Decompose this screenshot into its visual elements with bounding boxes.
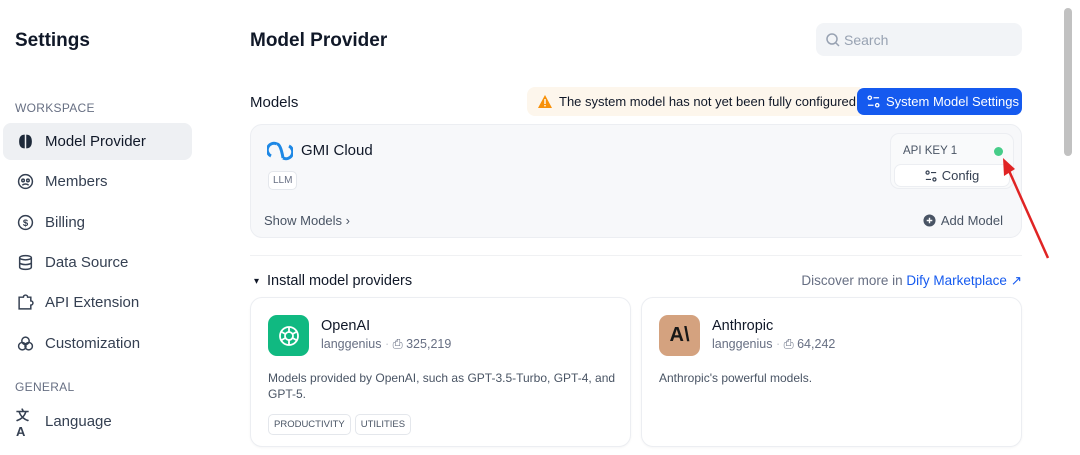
tag: PRODUCTIVITY	[268, 414, 351, 435]
warning-text: The system model has not yet been fully …	[559, 94, 856, 109]
models-heading: Models	[250, 94, 299, 111]
api-key-panel: API KEY 1 Config	[890, 133, 1014, 189]
chevron-down-icon: ▾	[254, 275, 260, 287]
section-workspace: WORKSPACE	[15, 101, 95, 115]
settings-title: Settings	[15, 30, 90, 51]
provider-description: Anthropic's powerful models.	[659, 371, 813, 385]
install-count: 64,242	[797, 337, 836, 351]
sidebar-item-billing[interactable]: $ Billing	[3, 204, 192, 241]
provider-meta: langgenius · ⎙ 64,242	[712, 337, 836, 351]
config-label: Config	[941, 168, 980, 183]
model-type-tag: LLM	[268, 171, 298, 190]
api-key-label: API KEY 1	[903, 145, 958, 157]
provider-description: Models provided by OpenAI, such as GPT-3…	[268, 371, 616, 401]
members-icon	[16, 173, 34, 191]
sidebar-item-label: Language	[45, 413, 112, 430]
author: langgenius	[321, 337, 382, 351]
sidebar-item-members[interactable]: Members	[3, 163, 192, 200]
brain-icon	[16, 133, 34, 151]
search-placeholder: Search	[844, 31, 889, 48]
anthropic-logo: A\	[659, 315, 700, 356]
sidebar-item-label: Data Source	[45, 254, 129, 271]
dify-marketplace-link[interactable]: Dify Marketplace ↗	[906, 273, 1022, 288]
install-providers-toggle[interactable]: ▾ Install model providers	[254, 273, 412, 289]
search-input[interactable]: Search	[816, 23, 1022, 56]
provider-name: OpenAI	[321, 318, 371, 334]
circles-icon	[16, 335, 34, 353]
author: langgenius	[712, 337, 773, 351]
discover-more: Discover more in Dify Marketplace ↗	[801, 273, 1022, 289]
sidebar-item-model-provider[interactable]: Model Provider	[3, 123, 192, 160]
main-content: Model Provider Search Models The system …	[250, 0, 1022, 455]
download-icon: ⎙	[392, 337, 403, 351]
settings-sliders-icon	[867, 95, 880, 108]
section-general: GENERAL	[15, 380, 75, 394]
scrollbar[interactable]	[1064, 8, 1072, 156]
provider-card-anthropic[interactable]: A\ Anthropic langgenius · ⎙ 64,242 Anthr…	[641, 297, 1022, 447]
system-model-settings-button[interactable]: System Model Settings	[857, 88, 1022, 115]
sidebar-item-label: Model Provider	[45, 133, 146, 150]
provider-name: Anthropic	[712, 318, 774, 334]
sidebar-item-label: Customization	[45, 335, 141, 352]
sidebar-item-label: Billing	[45, 214, 86, 231]
openai-logo	[268, 315, 309, 356]
translate-icon: 文A	[16, 407, 30, 439]
status-indicator	[994, 147, 1003, 156]
plus-circle-icon	[923, 214, 936, 227]
add-model-button[interactable]: Add Model	[923, 213, 1003, 228]
svg-text:$: $	[22, 218, 28, 229]
sidebar-item-language[interactable]: 文A Language	[3, 403, 192, 440]
page-title: Model Provider	[250, 30, 388, 51]
sidebar-item-label: API Extension	[45, 294, 140, 311]
show-models-label: Show Models	[264, 213, 343, 228]
gmi-cloud-logo	[267, 141, 293, 161]
dollar-icon: $	[16, 214, 34, 232]
database-icon	[16, 254, 34, 272]
config-button[interactable]: Config	[894, 164, 1010, 187]
sidebar-item-api-extension[interactable]: API Extension	[3, 284, 192, 321]
warning-icon	[538, 95, 552, 108]
search-icon	[826, 32, 840, 47]
provider-card-gmi-cloud: GMI Cloud LLM Show Models › Add Model AP…	[250, 124, 1022, 238]
system-model-warning: The system model has not yet been fully …	[527, 87, 860, 116]
provider-meta: langgenius · ⎙ 325,219	[321, 337, 452, 351]
provider-card-openai[interactable]: OpenAI langgenius · ⎙ 325,219 Models pro…	[250, 297, 631, 447]
red-arrow-annotation	[1003, 158, 1050, 259]
sidebar: Settings WORKSPACE Model Provider Member…	[0, 0, 210, 455]
sidebar-item-label: Members	[45, 173, 108, 190]
sidebar-item-customization[interactable]: Customization	[3, 325, 192, 362]
sidebar-item-data-source[interactable]: Data Source	[3, 244, 192, 281]
install-title: Install model providers	[267, 273, 413, 289]
puzzle-icon	[16, 294, 34, 312]
tag: UTILITIES	[354, 414, 412, 435]
add-model-label: Add Model	[940, 213, 1003, 228]
chevron-right-icon: ›	[345, 213, 351, 228]
download-icon: ⎙	[783, 337, 794, 351]
settings-sliders-icon	[925, 169, 937, 182]
divider	[250, 255, 1022, 256]
discover-prefix: Discover more in	[801, 273, 903, 288]
link-label: Dify Marketplace	[906, 273, 1007, 288]
install-count: 325,219	[406, 337, 452, 351]
button-label: System Model Settings	[886, 94, 1019, 109]
provider-name: GMI Cloud	[301, 142, 373, 159]
show-models-button[interactable]: Show Models ›	[264, 213, 350, 228]
